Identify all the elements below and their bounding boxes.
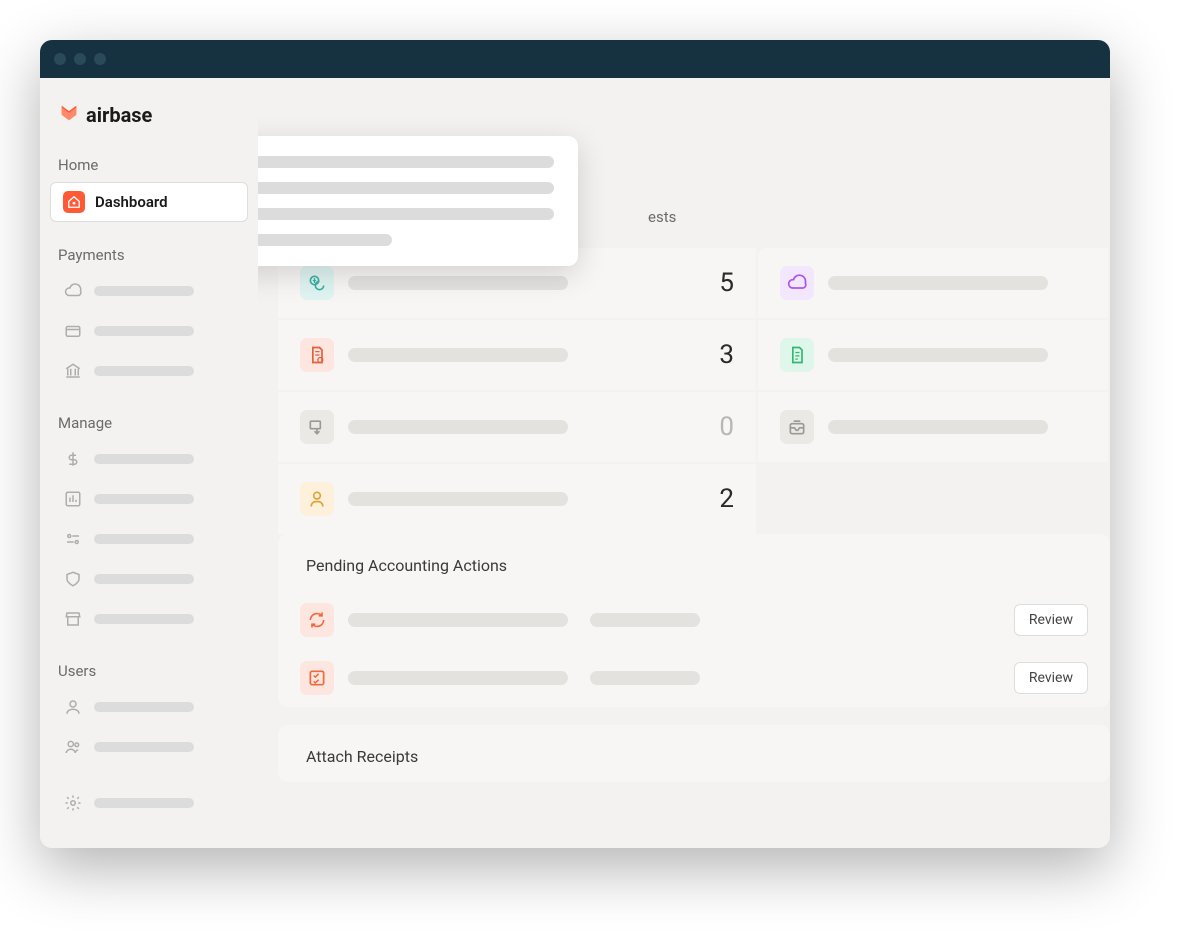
empty-cell bbox=[758, 464, 1110, 534]
cell-placeholder bbox=[348, 348, 568, 362]
cell-placeholder bbox=[348, 420, 568, 434]
action-placeholder bbox=[348, 613, 568, 627]
sidebar-item-payments-3[interactable] bbox=[50, 352, 248, 390]
cell-placeholder bbox=[828, 420, 1048, 434]
nav-section-users: Users bbox=[40, 654, 258, 686]
window-minimize-dot[interactable] bbox=[74, 53, 86, 65]
tooltip-placeholder-line bbox=[258, 156, 554, 168]
pending-accounting-panel: Pending Accounting Actions Review Review bbox=[278, 534, 1110, 707]
nav-placeholder bbox=[94, 614, 194, 624]
sidebar-item-manage-2[interactable] bbox=[50, 480, 248, 518]
nav-section-payments: Payments bbox=[40, 238, 258, 270]
pending-count: 3 bbox=[719, 340, 734, 370]
nav-section-home: Home bbox=[40, 148, 258, 180]
main-content: ests 5 3 bbox=[258, 78, 1110, 848]
dollar-icon bbox=[62, 448, 84, 470]
pending-request-row[interactable] bbox=[758, 248, 1110, 320]
sidebar-item-users-1[interactable] bbox=[50, 688, 248, 726]
nav-placeholder bbox=[94, 494, 194, 504]
user-icon bbox=[62, 696, 84, 718]
card-icon bbox=[62, 320, 84, 342]
cloud-icon bbox=[780, 266, 814, 300]
money-refresh-icon bbox=[300, 266, 334, 300]
bank-icon bbox=[62, 360, 84, 382]
sidebar-item-payments-1[interactable] bbox=[50, 272, 248, 310]
pending-accounting-title: Pending Accounting Actions bbox=[278, 534, 1110, 591]
nav-placeholder bbox=[94, 534, 194, 544]
gear-icon bbox=[62, 792, 84, 814]
sidebar-item-manage-1[interactable] bbox=[50, 440, 248, 478]
nav-placeholder bbox=[94, 454, 194, 464]
cell-placeholder bbox=[348, 276, 568, 290]
sync-icon bbox=[300, 603, 334, 637]
inbox-icon bbox=[780, 410, 814, 444]
document-icon bbox=[780, 338, 814, 372]
transfer-icon bbox=[300, 410, 334, 444]
cell-placeholder bbox=[348, 492, 568, 506]
person-icon bbox=[300, 482, 334, 516]
accounting-action-row: Review bbox=[278, 649, 1110, 707]
sidebar-item-dashboard[interactable]: Dashboard bbox=[50, 182, 248, 222]
window-close-dot[interactable] bbox=[54, 53, 66, 65]
accounting-action-row: Review bbox=[278, 591, 1110, 649]
app-body: airbase Home Dashboard Payments bbox=[40, 78, 1110, 848]
nav-placeholder bbox=[94, 366, 194, 376]
tooltip-placeholder-line bbox=[258, 234, 392, 246]
sidebar-item-manage-4[interactable] bbox=[50, 560, 248, 598]
nav-placeholder bbox=[94, 742, 194, 752]
brand-logo[interactable]: airbase bbox=[40, 102, 258, 148]
dashboard-tooltip bbox=[258, 136, 578, 266]
review-button[interactable]: Review bbox=[1014, 662, 1088, 694]
cell-placeholder bbox=[828, 276, 1048, 290]
action-placeholder bbox=[590, 671, 700, 685]
users-icon bbox=[62, 736, 84, 758]
sidebar-item-users-2[interactable] bbox=[50, 728, 248, 766]
window-titlebar bbox=[40, 40, 1110, 78]
attach-receipts-panel: Attach Receipts bbox=[278, 725, 1110, 782]
action-placeholder bbox=[348, 671, 568, 685]
checklist-icon bbox=[300, 661, 334, 695]
nav-placeholder bbox=[94, 326, 194, 336]
brand-name: airbase bbox=[86, 103, 152, 127]
sidebar-item-manage-5[interactable] bbox=[50, 600, 248, 638]
cloud-icon bbox=[62, 280, 84, 302]
sidebar-item-manage-3[interactable] bbox=[50, 520, 248, 558]
tooltip-placeholder-line bbox=[258, 208, 554, 220]
action-placeholder bbox=[590, 613, 700, 627]
nav-placeholder bbox=[94, 702, 194, 712]
review-button[interactable]: Review bbox=[1014, 604, 1088, 636]
pending-count: 5 bbox=[719, 268, 734, 298]
pending-request-row[interactable] bbox=[758, 392, 1110, 464]
attach-receipts-title: Attach Receipts bbox=[278, 725, 1110, 782]
pending-requests-grid: 5 3 bbox=[278, 248, 1110, 534]
pending-request-row[interactable]: 0 bbox=[278, 392, 758, 464]
sidebar-item-payments-2[interactable] bbox=[50, 312, 248, 350]
cell-placeholder bbox=[828, 348, 1048, 362]
sidebar: airbase Home Dashboard Payments bbox=[40, 78, 258, 848]
tooltip-placeholder-line bbox=[258, 182, 554, 194]
nav-section-manage: Manage bbox=[40, 406, 258, 438]
invoice-icon bbox=[300, 338, 334, 372]
airbase-logo-icon bbox=[58, 102, 80, 128]
chart-icon bbox=[62, 488, 84, 510]
sliders-icon bbox=[62, 528, 84, 550]
store-icon bbox=[62, 608, 84, 630]
dashboard-icon bbox=[63, 191, 85, 213]
nav-placeholder bbox=[94, 798, 194, 808]
pending-request-row[interactable]: 2 bbox=[278, 464, 758, 534]
pending-count: 0 bbox=[719, 412, 734, 442]
sidebar-dashboard-label: Dashboard bbox=[95, 193, 168, 211]
shield-icon bbox=[62, 568, 84, 590]
sidebar-item-settings[interactable] bbox=[50, 784, 248, 822]
nav-placeholder bbox=[94, 286, 194, 296]
pending-request-row[interactable] bbox=[758, 320, 1110, 392]
nav-placeholder bbox=[94, 574, 194, 584]
pending-count: 2 bbox=[719, 484, 734, 514]
app-window: airbase Home Dashboard Payments bbox=[40, 40, 1110, 848]
pending-request-row[interactable]: 3 bbox=[278, 320, 758, 392]
pending-requests-label-partial: ests bbox=[648, 208, 676, 226]
window-zoom-dot[interactable] bbox=[94, 53, 106, 65]
